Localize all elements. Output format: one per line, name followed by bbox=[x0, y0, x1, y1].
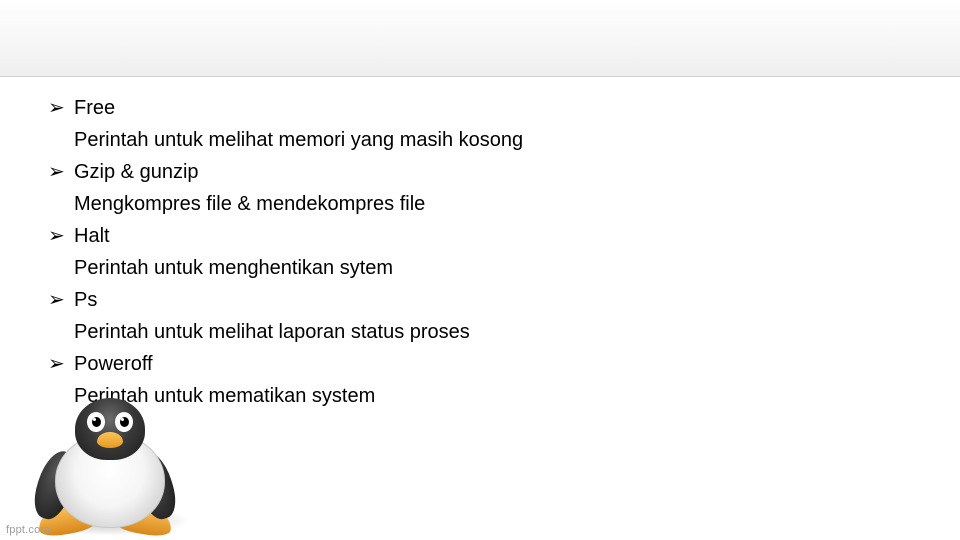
item-title: Gzip & gunzip bbox=[74, 156, 199, 188]
item-title: Free bbox=[74, 92, 115, 124]
item-title: Halt bbox=[74, 220, 110, 252]
divider bbox=[0, 76, 960, 77]
slide-body: ➢Free Perintah untuk melihat memori yang… bbox=[48, 92, 748, 412]
item-title: Ps bbox=[74, 284, 97, 316]
item-desc: Perintah untuk melihat laporan status pr… bbox=[48, 316, 748, 348]
item-desc: Mengkompres file & mendekompres file bbox=[48, 188, 748, 220]
watermark-text: fppt.com bbox=[6, 524, 50, 536]
bullet-icon: ➢ bbox=[48, 92, 74, 124]
bullet-icon: ➢ bbox=[48, 156, 74, 188]
item-title: Poweroff bbox=[74, 348, 153, 380]
header-bar bbox=[0, 0, 960, 76]
bullet-icon: ➢ bbox=[48, 348, 74, 380]
penguin-mascot-image bbox=[20, 400, 190, 540]
item-desc: Perintah untuk melihat memori yang masih… bbox=[48, 124, 748, 156]
item-desc: Perintah untuk menghentikan sytem bbox=[48, 252, 748, 284]
bullet-icon: ➢ bbox=[48, 220, 74, 252]
bullet-icon: ➢ bbox=[48, 284, 74, 316]
